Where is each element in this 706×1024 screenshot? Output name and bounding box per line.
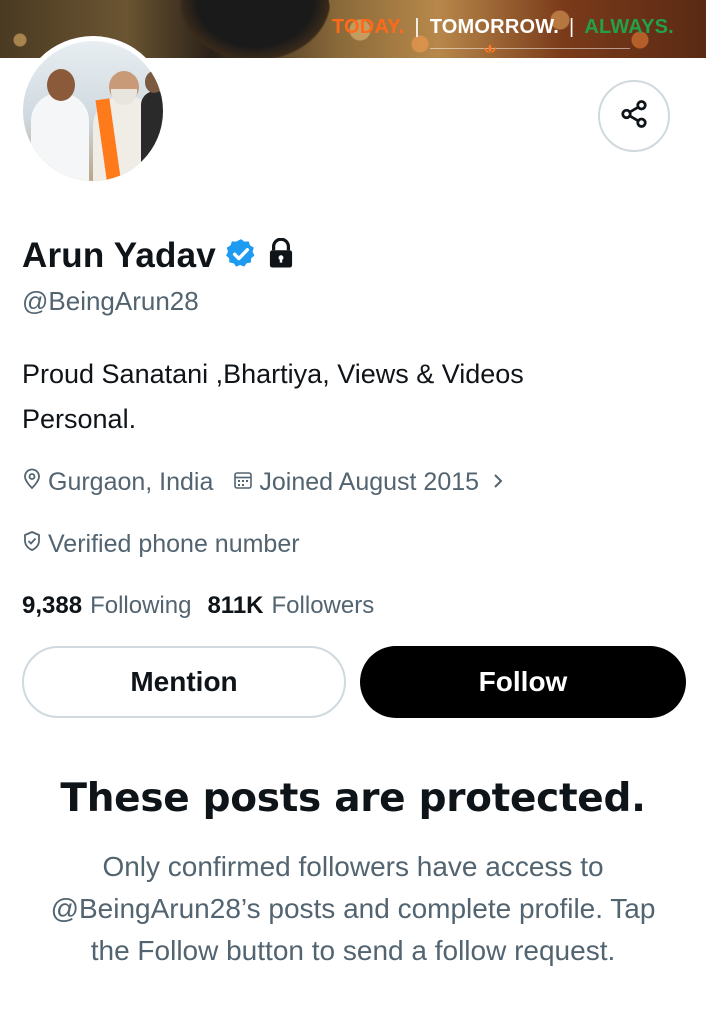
- calendar-icon: [233, 468, 253, 497]
- profile-joined[interactable]: Joined August 2015: [233, 468, 505, 497]
- mention-button[interactable]: Mention: [22, 646, 346, 718]
- banner-tagline: TODAY. | TOMORROW. | ALWAYS.: [332, 14, 674, 40]
- location-pin-icon: [22, 468, 42, 497]
- profile-name-row: Arun Yadav: [22, 234, 296, 278]
- follow-counts: 9,388 Following 811K Followers: [22, 588, 374, 624]
- tagline-always: ALWAYS.: [584, 15, 674, 38]
- bio-line: Proud Sanatani ,Bhartiya, Views & Videos: [22, 359, 524, 389]
- following-count[interactable]: 9,388 Following: [22, 592, 191, 620]
- lock-icon: [266, 237, 296, 275]
- profile-location: Gurgaon, India: [22, 468, 213, 497]
- avatar[interactable]: [18, 36, 168, 186]
- verified-phone-text: Verified phone number: [48, 529, 300, 558]
- following-label: Following: [90, 592, 192, 619]
- avatar-photo: [23, 41, 163, 181]
- tagline-separator: |: [568, 15, 575, 38]
- verified-phone-row: Verified phone number: [22, 524, 300, 564]
- location-text: Gurgaon, India: [48, 467, 214, 496]
- joined-text: Joined August 2015: [259, 467, 480, 496]
- tagline-tomorrow: TOMORROW.: [429, 15, 559, 38]
- protected-title: These posts are protected.: [60, 776, 646, 821]
- bio-line: Personal.: [22, 404, 137, 434]
- followers-label: Followers: [271, 592, 375, 619]
- tagline-separator: |: [414, 15, 420, 38]
- chevron-right-icon: [491, 468, 505, 497]
- followers-value: 811K: [207, 592, 264, 619]
- tagline-today: TODAY.: [332, 15, 405, 38]
- verified-badge-icon[interactable]: [224, 237, 258, 276]
- banner-divider: [430, 48, 630, 49]
- followers-count[interactable]: 811K Followers: [207, 592, 374, 620]
- profile-bio: Proud Sanatani ,Bhartiya, Views & Videos…: [22, 352, 642, 442]
- profile-meta: Gurgaon, India Joined August 2015: [22, 462, 505, 502]
- shield-check-icon: [22, 530, 42, 559]
- follow-button[interactable]: Follow: [360, 646, 686, 718]
- protected-body: Only confirmed followers have access to …: [50, 851, 656, 966]
- profile-handle: @BeingArun28: [22, 286, 199, 316]
- share-button[interactable]: [598, 80, 670, 152]
- lotus-logo-icon: [481, 44, 499, 54]
- following-value: 9,388: [22, 592, 83, 619]
- display-name: Arun Yadav: [22, 236, 216, 275]
- share-icon: [619, 99, 649, 134]
